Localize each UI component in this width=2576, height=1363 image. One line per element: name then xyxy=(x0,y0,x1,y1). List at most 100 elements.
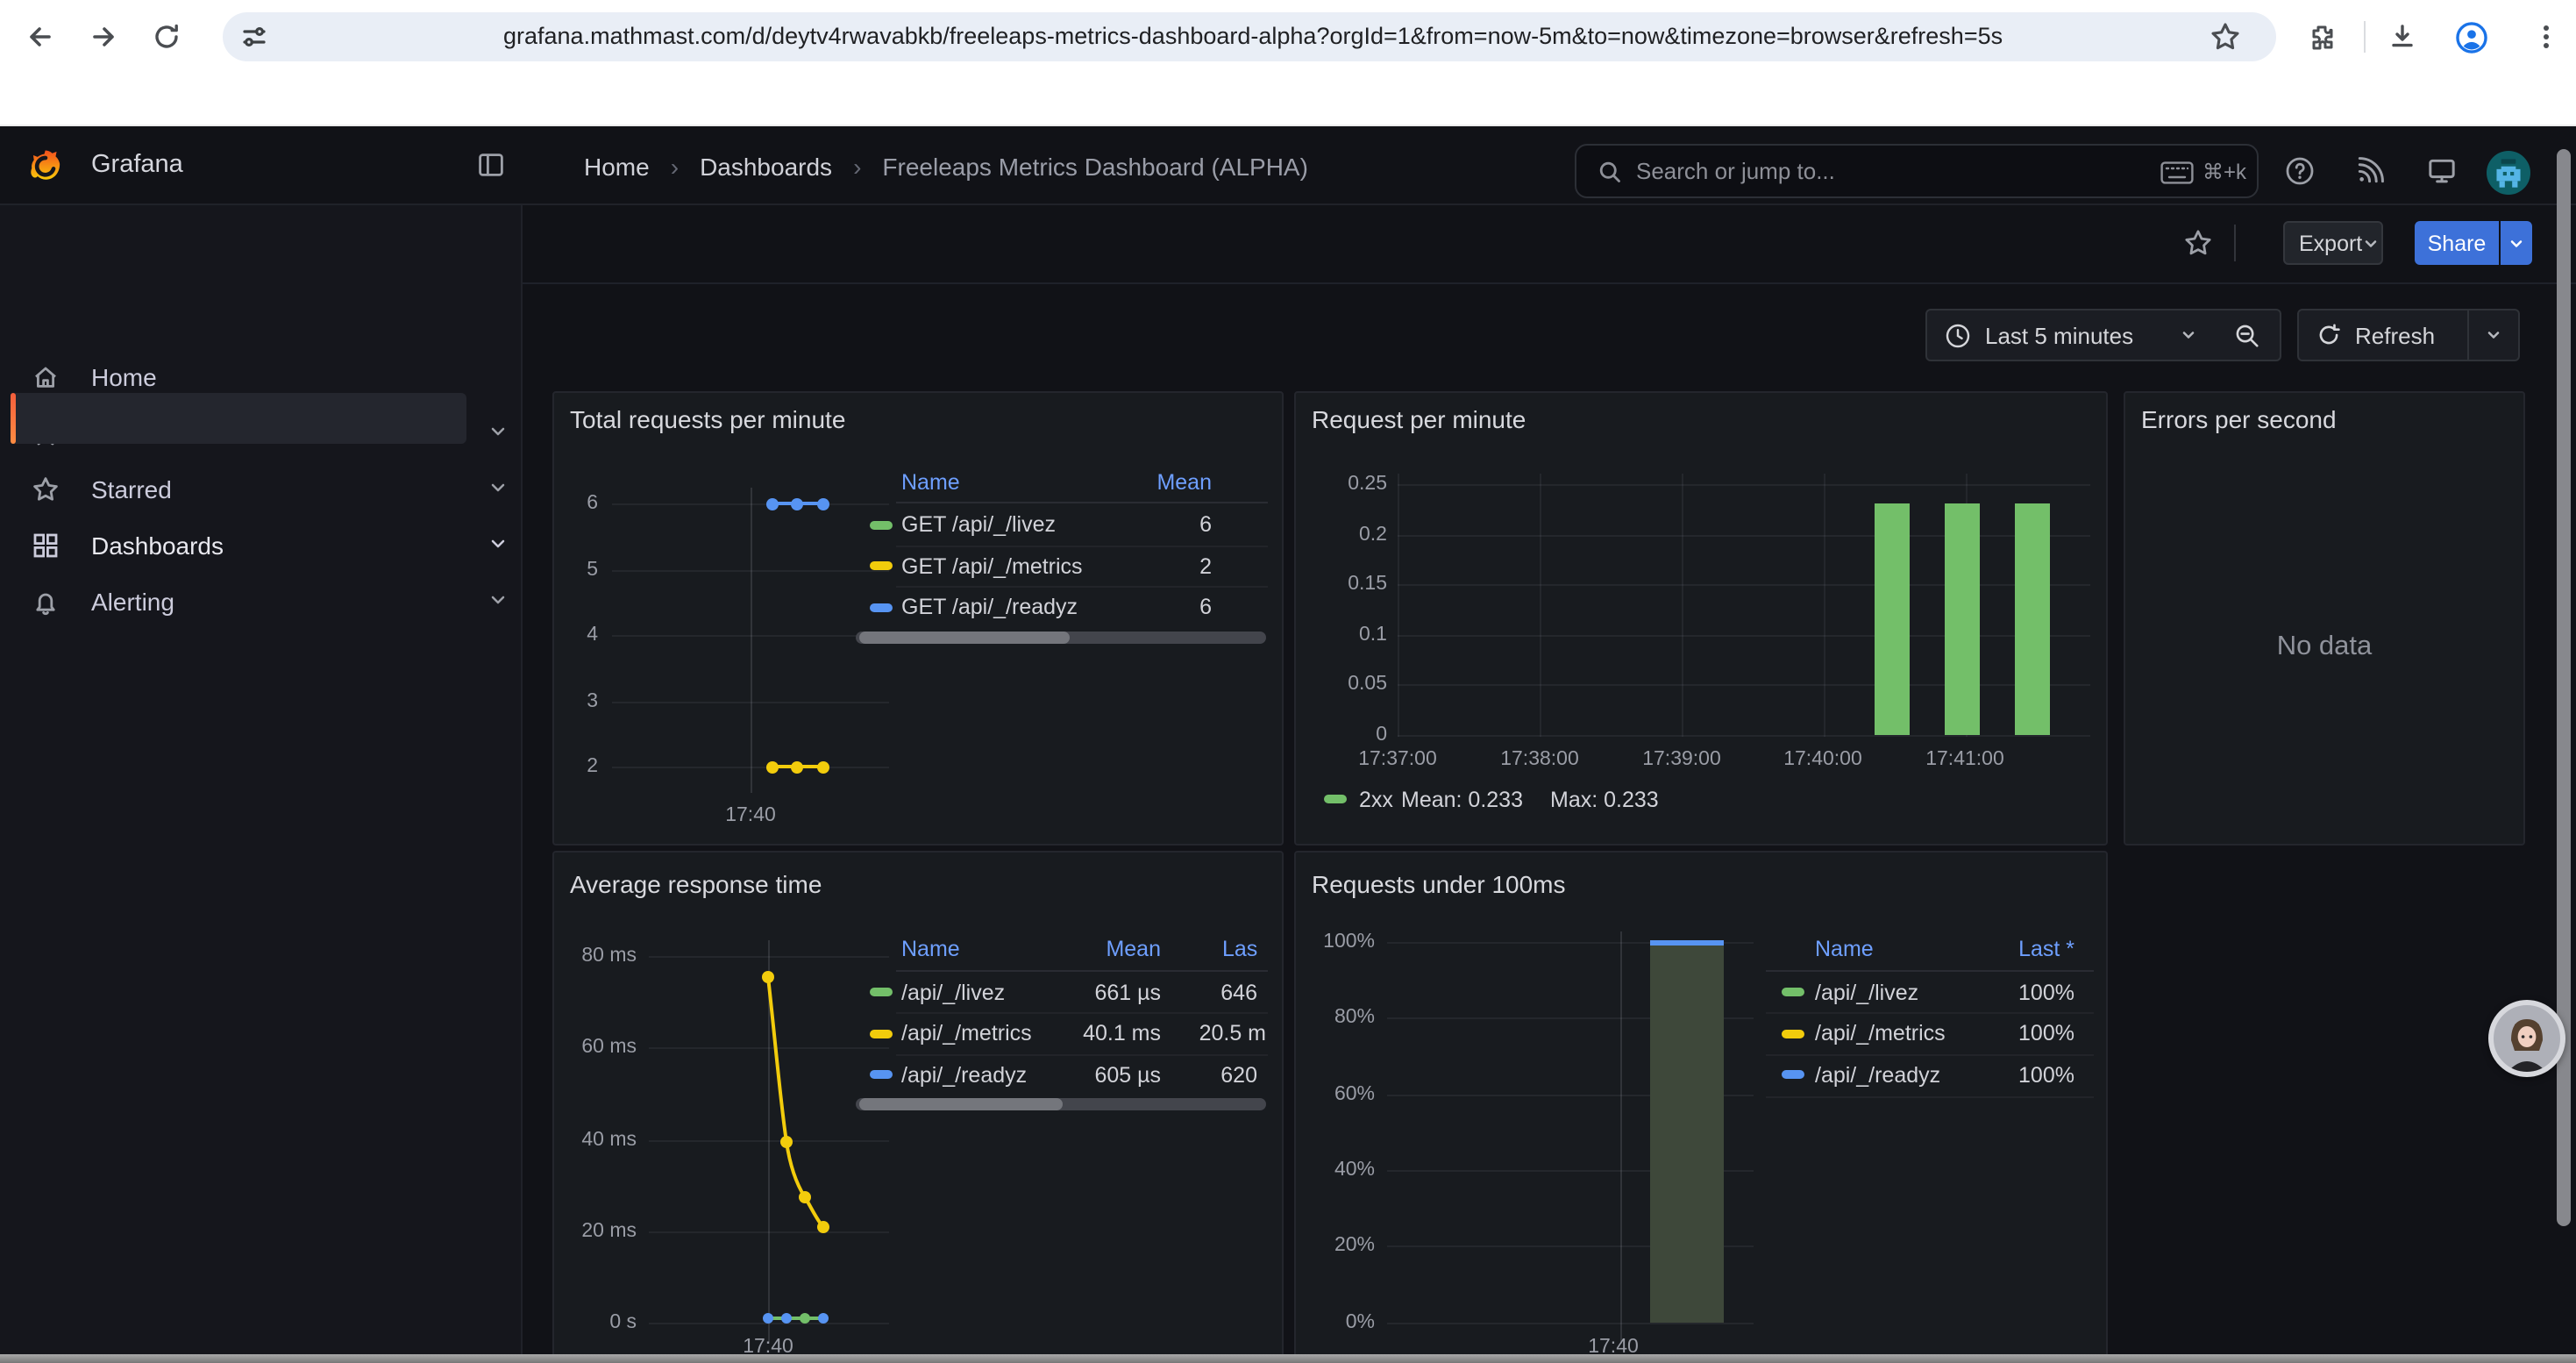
back-icon[interactable] xyxy=(26,23,54,51)
x-tick: 17:38:00 xyxy=(1487,747,1592,772)
keyboard-icon xyxy=(2160,161,2194,184)
legend-name[interactable]: /api/_/livez xyxy=(901,980,1005,1004)
profile-icon[interactable] xyxy=(2455,21,2488,54)
legend-max: Max: 0.233 xyxy=(1550,787,1659,811)
sidebar-item-alerting[interactable]: Alerting xyxy=(0,577,523,626)
legend-pill-green xyxy=(1324,795,1347,803)
sidebar-item-dashboards[interactable]: Dashboards xyxy=(0,521,523,570)
y-tick: 6 xyxy=(545,491,598,516)
time-range-picker[interactable]: Last 5 minutes xyxy=(1925,309,2217,361)
legend-scrollbar-thumb[interactable] xyxy=(859,632,1070,644)
extensions-icon[interactable] xyxy=(2308,23,2336,51)
user-avatar[interactable] xyxy=(2487,151,2530,195)
brand-label[interactable]: Grafana xyxy=(91,151,183,179)
panel-title[interactable]: Errors per second xyxy=(2141,405,2337,433)
chevron-down-icon[interactable] xyxy=(487,421,509,442)
panel-request-per-minute xyxy=(1294,391,2108,846)
download-icon[interactable] xyxy=(2388,23,2416,51)
url-bar[interactable]: grafana.mathmast.com/d/deytv4rwavabkb/fr… xyxy=(223,12,2276,61)
share-button[interactable]: Share xyxy=(2415,221,2499,265)
panel-errors-per-second xyxy=(2124,391,2525,846)
refresh-icon xyxy=(2316,323,2341,347)
breadcrumb-home[interactable]: Home xyxy=(584,153,650,181)
legend-pill-yellow xyxy=(1782,1029,1804,1038)
y-tick: 40 ms xyxy=(558,1127,637,1152)
sidebar-toggle-icon[interactable] xyxy=(477,151,505,179)
panel-title[interactable]: Total requests per minute xyxy=(570,405,845,433)
legend-last-value: 20.5 m xyxy=(1157,1021,1266,1045)
grafana-logo[interactable] xyxy=(25,146,63,184)
export-button[interactable]: Export xyxy=(2283,221,2383,265)
browser-toolbar: grafana.mathmast.com/d/deytv4rwavabkb/fr… xyxy=(0,0,2576,74)
legend-header-name[interactable]: Name xyxy=(1815,936,1874,960)
y-tick: 0 s xyxy=(558,1310,637,1335)
panel-title[interactable]: Requests under 100ms xyxy=(1312,870,1566,898)
url-text[interactable]: grafana.mathmast.com/d/deytv4rwavabkb/fr… xyxy=(503,12,2003,61)
site-settings-icon[interactable] xyxy=(240,23,268,51)
chevron-down-icon[interactable] xyxy=(487,533,509,554)
legend-name[interactable]: GET /api/_/livez xyxy=(901,512,1056,537)
legend-header-name[interactable]: Name xyxy=(901,936,960,960)
chevron-down-icon[interactable] xyxy=(487,477,509,498)
x-tick: 17:40:00 xyxy=(1770,747,1875,772)
legend-name[interactable]: GET /api/_/readyz xyxy=(901,595,1078,619)
export-label: Export xyxy=(2299,231,2362,255)
y-tick: 3 xyxy=(545,689,598,713)
y-tick: 0.15 xyxy=(1317,572,1387,596)
zoom-out-button[interactable] xyxy=(2215,309,2281,361)
favorite-star-icon[interactable] xyxy=(2183,228,2213,258)
bar-2xx xyxy=(1875,503,1910,734)
legend-header-last[interactable]: Las xyxy=(1222,936,1268,960)
y-tick: 0% xyxy=(1296,1309,1375,1334)
breadcrumb-dashboards[interactable]: Dashboards xyxy=(700,153,832,181)
bookmark-star-icon[interactable] xyxy=(2210,21,2241,53)
reload-icon[interactable] xyxy=(153,23,181,51)
horizontal-scrollbar[interactable] xyxy=(0,1353,2576,1363)
display-icon[interactable] xyxy=(2427,156,2457,186)
y-tick: 100% xyxy=(1296,930,1375,954)
toolbar-separator xyxy=(2234,225,2236,261)
vertical-scrollbar-thumb[interactable] xyxy=(2557,149,2571,1226)
legend-value: 2 xyxy=(1071,553,1212,578)
legend-name[interactable]: /api/_/livez xyxy=(1815,980,1918,1004)
legend-name[interactable]: /api/_/readyz xyxy=(1815,1062,1940,1087)
legend-header-mean[interactable]: Mean xyxy=(1071,470,1212,495)
assistant-avatar[interactable] xyxy=(2488,1000,2565,1077)
chevron-right-icon: › xyxy=(671,153,679,181)
legend-header-mean[interactable]: Mean xyxy=(1038,936,1161,960)
refresh-button[interactable]: Refresh xyxy=(2297,309,2469,361)
panel-title[interactable]: Request per minute xyxy=(1312,405,1526,433)
clock-icon xyxy=(1945,322,1971,348)
sidebar-active-bg[interactable] xyxy=(11,393,466,444)
legend-value: 6 xyxy=(1071,595,1212,619)
legend-pill-yellow xyxy=(870,561,893,570)
legend-pill-green xyxy=(870,520,893,529)
forward-icon[interactable] xyxy=(89,23,117,51)
panel-title[interactable]: Average response time xyxy=(570,870,822,898)
y-tick: 40% xyxy=(1296,1158,1375,1182)
refresh-interval-button[interactable] xyxy=(2469,309,2520,361)
legend-scrollbar-thumb[interactable] xyxy=(859,1098,1063,1110)
legend-pill-blue xyxy=(1782,1070,1804,1079)
legend-series[interactable]: 2xx xyxy=(1359,787,1393,811)
menu-kebab-icon[interactable] xyxy=(2532,21,2560,53)
y-tick: 20% xyxy=(1296,1233,1375,1258)
no-data-message: No data xyxy=(2124,632,2525,663)
news-rss-icon[interactable] xyxy=(2355,156,2385,186)
legend-header-name[interactable]: Name xyxy=(901,470,960,495)
legend-header-last[interactable]: Last * xyxy=(1934,936,2074,960)
sidebar-item-label: Alerting xyxy=(91,588,174,616)
sidebar-item-starred[interactable]: Starred xyxy=(0,465,523,514)
x-tick: 17:39:00 xyxy=(1629,747,1734,772)
y-tick: 0.05 xyxy=(1317,672,1387,696)
sidebar-active-indicator xyxy=(11,393,16,444)
legend-name[interactable]: GET /api/_/metrics xyxy=(901,553,1083,578)
legend-mean-value: 661 µs xyxy=(1003,980,1161,1004)
legend-name[interactable]: /api/_/metrics xyxy=(1815,1021,1946,1045)
search-input[interactable]: Search or jump to... ⌘+k xyxy=(1575,144,2259,198)
legend-last-value: 646 xyxy=(1157,980,1257,1004)
share-menu-button[interactable] xyxy=(2501,221,2532,265)
sidebar-item-label: Dashboards xyxy=(91,532,224,560)
help-icon[interactable] xyxy=(2285,156,2315,186)
chevron-down-icon[interactable] xyxy=(487,589,509,610)
